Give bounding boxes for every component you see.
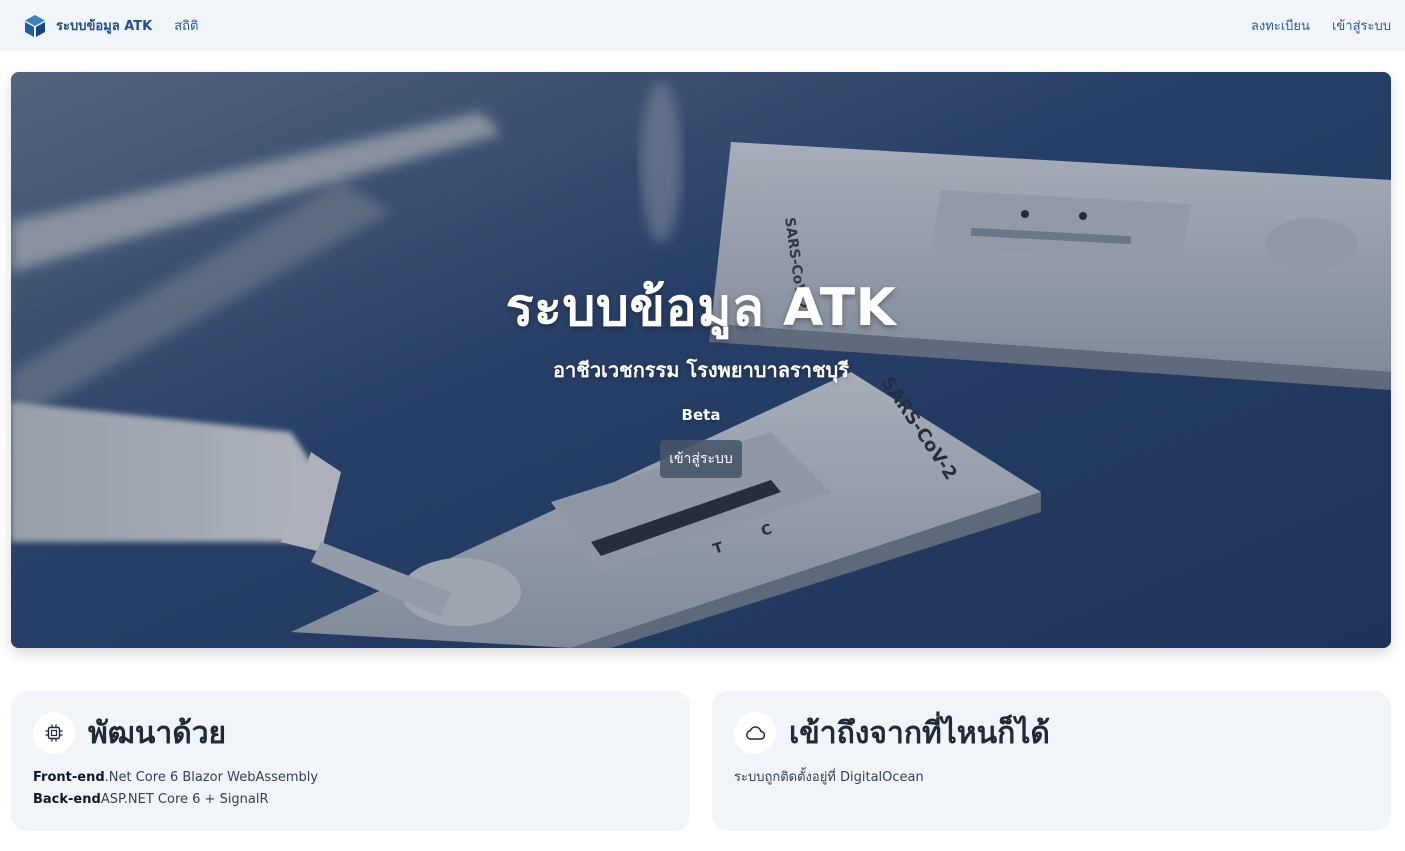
cube-logo-icon <box>25 14 45 37</box>
brand-text: ระบบข้อมูล ATK <box>56 19 153 34</box>
card-header: พัฒนาด้วย <box>33 711 668 755</box>
frontend-label: Front-end <box>33 770 105 785</box>
beta-badge: Beta <box>681 406 721 424</box>
navbar-left: ระบบข้อมูล ATK สถิติ <box>24 14 198 38</box>
hosting-text: ระบบถูกติดตั้งอยู่ที่ DigitalOcean <box>734 770 924 785</box>
nav-link-register[interactable]: ลงทะเบียน <box>1251 15 1310 36</box>
card-body: ระบบถูกติดตั้งอยู่ที่ DigitalOcean <box>734 767 1369 789</box>
card-title: พัฒนาด้วย <box>88 715 227 751</box>
backend-value: ASP.NET Core 6 + SignalR <box>100 792 269 807</box>
frontend-value: .Net Core 6 Blazor WebAssembly <box>104 770 319 785</box>
hero-content: ระบบข้อมูล ATK อาชีวเวชกรรม โรงพยาบาลราช… <box>11 72 1391 648</box>
cpu-chip-icon <box>33 712 75 754</box>
hosting-line: ระบบถูกติดตั้งอยู่ที่ DigitalOcean <box>734 767 1369 789</box>
hero-subtitle: อาชีวเวชกรรม โรงพยาบาลราชบุรี <box>553 358 849 382</box>
hero-login-button[interactable]: เข้าสู่ระบบ <box>660 440 742 478</box>
feature-card-access-anywhere: เข้าถึงจากที่ไหนก็ได้ ระบบถูกติดตั้งอยู่… <box>712 691 1391 831</box>
nav-link-statistics[interactable]: สถิติ <box>174 15 198 36</box>
frontend-line: Front-end.Net Core 6 Blazor WebAssembly <box>33 767 668 789</box>
card-title: เข้าถึงจากที่ไหนก็ได้ <box>789 715 1050 751</box>
hero-banner: SARS-CoV-2 SARS-CoV-2 C T ระบบข้อมูล ATK… <box>11 72 1391 648</box>
top-navbar: ระบบข้อมูล ATK สถิติ ลงทะเบียน เข้าสู่ระ… <box>0 0 1405 51</box>
nav-link-login[interactable]: เข้าสู่ระบบ <box>1332 15 1391 36</box>
feature-card-tech-stack: พัฒนาด้วย Front-end.Net Core 6 Blazor We… <box>11 691 690 831</box>
card-header: เข้าถึงจากที่ไหนก็ได้ <box>734 711 1369 755</box>
backend-label: Back-end <box>33 792 101 807</box>
hero-title: ระบบข้อมูล ATK <box>505 278 897 338</box>
brand-link[interactable]: ระบบข้อมูล ATK <box>24 14 152 38</box>
backend-line: Back-endASP.NET Core 6 + SignalR <box>33 789 668 811</box>
cloud-icon <box>734 712 776 754</box>
card-body: Front-end.Net Core 6 Blazor WebAssembly … <box>33 767 668 811</box>
navbar-right: ลงทะเบียน เข้าสู่ระบบ <box>1229 15 1391 36</box>
